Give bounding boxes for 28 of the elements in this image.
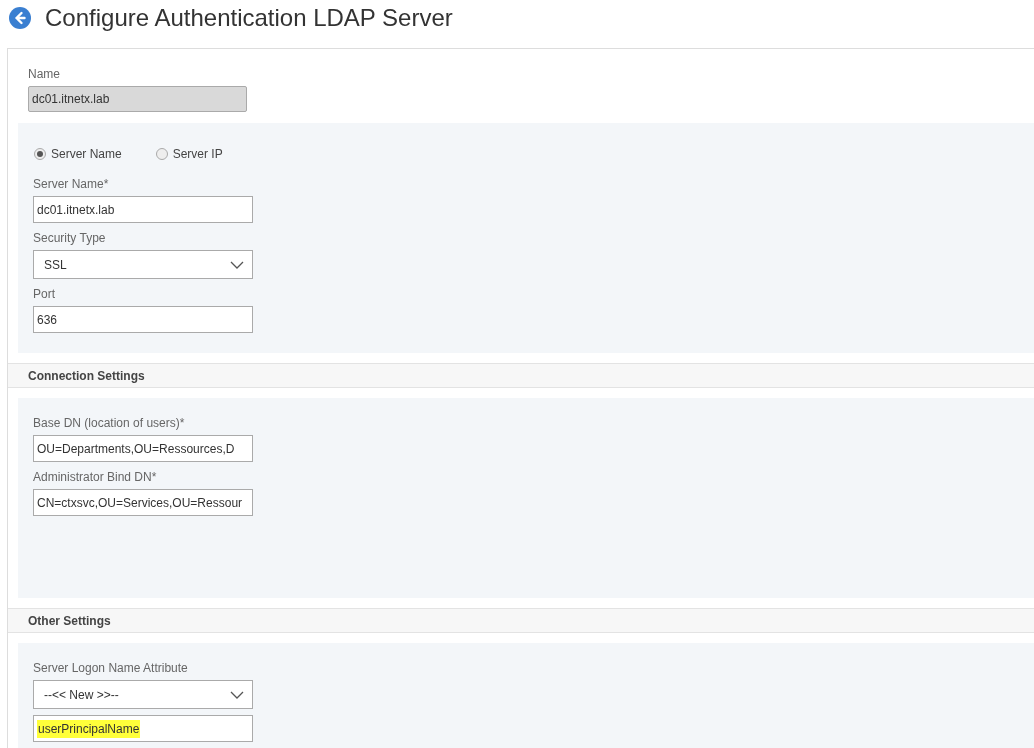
input-field[interactable]: 636 <box>33 306 253 333</box>
field-label: Security Type <box>33 230 107 247</box>
section-header: Connection Settings <box>8 363 1034 388</box>
radio-label: Server Name <box>51 146 122 163</box>
field-label: Server Name* <box>33 176 110 193</box>
radio-label: Server IP <box>172 146 223 163</box>
section-header: Other Settings <box>8 608 1034 633</box>
radio-button[interactable] <box>155 148 168 160</box>
input-text: userPrincipalName <box>37 719 141 738</box>
input-field[interactable]: CN=ctxsvc,OU=Services,OU=Ressour <box>33 489 253 516</box>
input-field[interactable]: userPrincipalName <box>33 715 253 742</box>
select-field[interactable]: SSL <box>33 250 253 279</box>
chevron-down-icon <box>230 260 244 269</box>
field-label: Server Logon Name Attribute <box>33 660 189 677</box>
input-text: 636 <box>37 311 58 329</box>
input-text: CN=ctxsvc,OU=Services,OU=Ressour <box>37 494 243 512</box>
field-label: Administrator Bind DN* <box>33 469 158 486</box>
select-field[interactable]: --<< New >>-- <box>33 680 253 709</box>
field-label: Name <box>28 66 61 83</box>
input-field[interactable]: OU=Departments,OU=Ressources,D <box>33 435 253 462</box>
input-text: OU=Departments,OU=Ressources,D <box>37 440 235 458</box>
field-label: Base DN (location of users)* <box>33 415 186 432</box>
page-title: Configure Authentication LDAP Server <box>45 3 453 33</box>
input-field[interactable]: dc01.itnetx.lab <box>33 196 253 223</box>
input-text: dc01.itnetx.lab <box>37 201 115 219</box>
chevron-down-icon <box>230 690 244 699</box>
radio-button[interactable] <box>34 148 46 160</box>
field-label: Port <box>33 286 56 303</box>
